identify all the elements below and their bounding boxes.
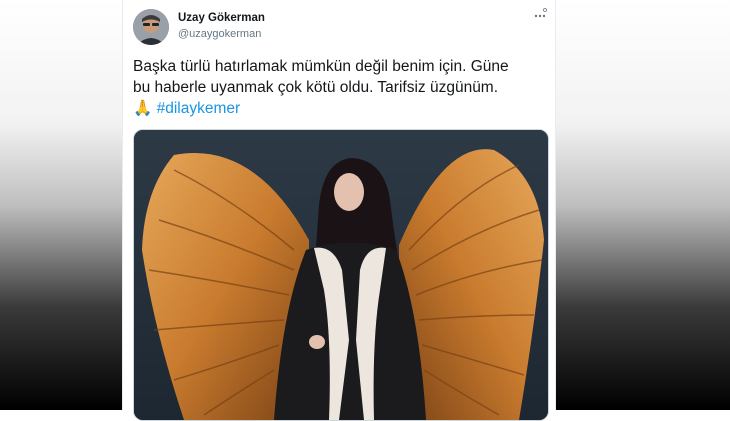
praying-hands-emoji: 🙏	[133, 100, 153, 117]
author-name[interactable]: Uzay Gökerman	[178, 12, 265, 24]
avatar[interactable]	[133, 9, 169, 45]
page-background-left	[0, 0, 122, 410]
tweet-text-line-2: bu haberle uyanmak çok kötü oldu. Tarifs…	[133, 79, 499, 96]
tweet-text: Başka türlü hatırlamak mümkün değil beni…	[133, 56, 545, 119]
page-background-right	[554, 0, 730, 410]
ellipsis-icon[interactable]	[532, 6, 548, 22]
tweet-media-image[interactable]	[133, 129, 549, 421]
hashtag-link[interactable]: #dilaykemer	[157, 100, 241, 117]
tweet-text-line-1: Başka türlü hatırlamak mümkün değil beni…	[133, 58, 509, 75]
tweet-card: Uzay Gökerman @uzaygokerman Başka türlü …	[122, 0, 556, 421]
author-handle[interactable]: @uzaygokerman	[178, 28, 261, 40]
hashtag-row: 🙏 #dilaykemer	[133, 98, 545, 119]
